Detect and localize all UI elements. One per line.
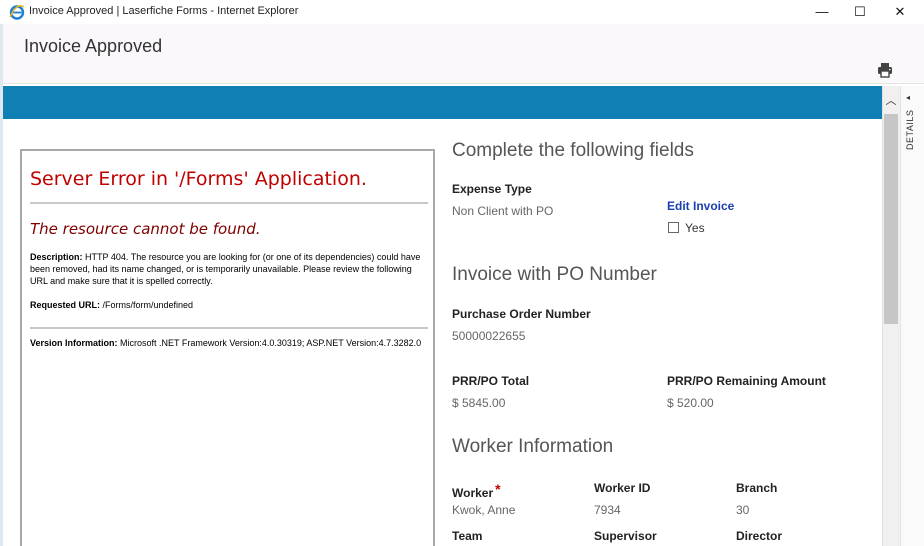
maximize-button[interactable]: ☐ [850, 2, 870, 22]
details-panel-tab[interactable] [900, 86, 924, 546]
director-label: Director [736, 529, 783, 543]
requested-url-label: Requested URL: [30, 300, 101, 310]
prr-remaining-label: PRR/PO Remaining Amount [667, 374, 826, 388]
expense-type-label: Expense Type [452, 182, 532, 196]
embedded-error-frame: Server Error in '/Forms' Application. Th… [20, 149, 435, 546]
po-number-value: 50000022655 [452, 329, 526, 343]
supervisor-label: Supervisor [594, 529, 657, 543]
error-heading: Server Error in '/Forms' Application. [30, 168, 367, 190]
prr-total-value: $ 5845.00 [452, 396, 506, 410]
expense-type-value: Non Client with PO [452, 204, 554, 218]
worker-label: Worker * [452, 481, 501, 500]
worker-value: Kwok, Anne [452, 503, 516, 517]
close-button[interactable]: ✕ [890, 2, 910, 22]
prr-remaining-value: $ 520.00 [667, 396, 714, 410]
window-title: Invoice Approved | Laserfiche Forms - In… [29, 5, 299, 17]
po-number-label: Purchase Order Number [452, 307, 591, 321]
edit-invoice-option-label[interactable]: Yes [685, 221, 705, 235]
version-text: Microsoft .NET Framework Version:4.0.303… [117, 338, 422, 348]
scrollbar-thumb[interactable] [884, 114, 898, 324]
form-header: Invoice Approved [3, 24, 924, 84]
internet-explorer-icon [9, 5, 25, 20]
team-label: Team [452, 529, 483, 543]
prr-total-label: PRR/PO Total [452, 374, 530, 388]
details-label[interactable]: DETAILS [905, 110, 919, 150]
worker-label-text: Worker [452, 486, 494, 500]
divider [30, 327, 428, 329]
page-title: Invoice Approved [24, 36, 163, 56]
print-icon[interactable] [877, 62, 893, 78]
section-title-worker-info: Worker Information [452, 436, 614, 457]
description-text: HTTP 404. The resource you are looking f… [30, 252, 421, 286]
window-titlebar: Invoice Approved | Laserfiche Forms - In… [0, 0, 924, 24]
version-label: Version Information: [30, 338, 118, 348]
section-title-complete-fields: Complete the following fields [452, 140, 694, 161]
error-description: Description: HTTP 404. The resource you … [30, 251, 425, 287]
requested-url-value: /Forms/form/undefined [100, 300, 194, 310]
form-banner [3, 86, 882, 119]
version-information: Version Information: Microsoft .NET Fram… [30, 337, 425, 349]
branch-value: 30 [736, 503, 750, 517]
edit-invoice-checkbox[interactable] [668, 222, 679, 233]
required-asterisk: * [495, 481, 501, 497]
scroll-up-icon[interactable]: ︿ [882, 92, 900, 110]
description-label: Description: [30, 252, 83, 262]
worker-id-value: 7934 [594, 503, 621, 517]
section-title-invoice-po: Invoice with PO Number [452, 264, 657, 285]
requested-url: Requested URL: /Forms/form/undefined [30, 300, 193, 310]
edit-invoice-label: Edit Invoice [667, 199, 735, 213]
branch-label: Branch [736, 481, 778, 495]
error-subheading: The resource cannot be found. [30, 220, 261, 238]
collapse-arrow-icon[interactable]: ◂ [906, 93, 910, 102]
worker-id-label: Worker ID [594, 481, 651, 495]
divider [30, 202, 428, 204]
minimize-button[interactable]: — [812, 2, 832, 22]
